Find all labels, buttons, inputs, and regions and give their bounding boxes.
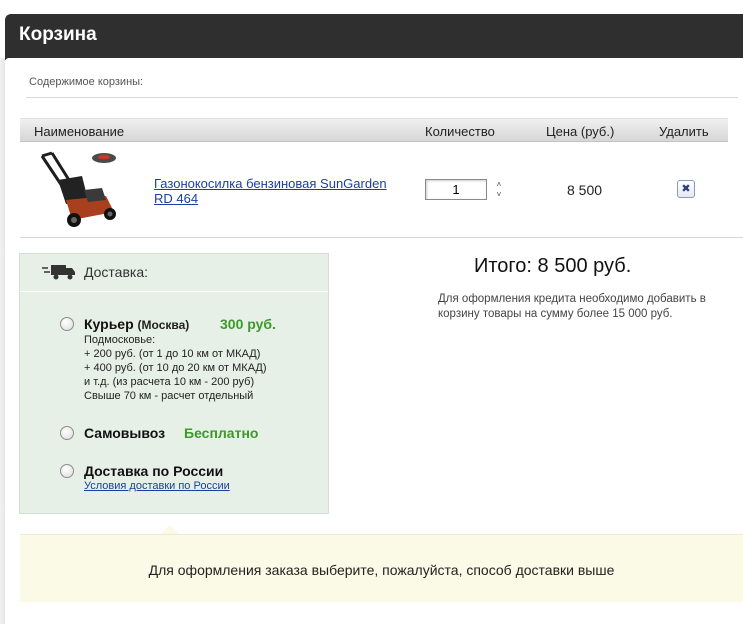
column-header-delete: Удалить: [659, 124, 709, 139]
courier-desc-line: и т.д. (из расчета 10 км - 200 руб): [84, 376, 255, 388]
column-header-name: Наименование: [34, 124, 125, 139]
delete-item-button[interactable]: ✖: [677, 180, 695, 198]
delivery-russia-radio[interactable]: [60, 464, 74, 478]
close-icon: ✖: [681, 183, 691, 195]
courier-desc-line: Подмосковье:: [84, 334, 156, 346]
divider: [26, 97, 738, 98]
delivery-courier-title: Курьер: [84, 316, 134, 332]
quantity-stepper[interactable]: ˄ ˅: [494, 180, 504, 200]
delivery-courier-label[interactable]: Курьер (Москва): [84, 316, 189, 332]
delivery-header: Доставка:: [20, 254, 328, 292]
item-price: 8 500: [567, 182, 603, 198]
product-name-link[interactable]: Газонокосилка бензиновая SunGarden RD 46…: [154, 176, 404, 206]
courier-desc-line: Свыше 70 км - расчет отдельный: [84, 390, 254, 402]
notice-text: Для оформления заказа выберите, пожалуйс…: [148, 562, 615, 578]
delivery-section: Доставка: Курьер (Москва) 300 руб. Подмо…: [19, 253, 329, 514]
delivery-pickup-radio[interactable]: [60, 426, 74, 440]
delivery-courier-city: (Москва): [137, 318, 190, 332]
courier-desc-line: + 200 руб. (от 1 до 10 км от МКАД): [84, 348, 261, 360]
cart-contents-label: Содержимое корзины:: [29, 76, 144, 88]
order-total: Итого: 8 500 руб.: [474, 255, 632, 277]
delivery-courier-description: Подмосковье: + 200 руб. (от 1 до 10 км о…: [84, 333, 267, 403]
delivery-pickup-price: Бесплатно: [184, 425, 259, 441]
cart-header: Корзина: [5, 14, 743, 60]
delivery-courier-radio[interactable]: [60, 317, 74, 331]
delivery-terms-link[interactable]: Условия доставки по России: [84, 480, 230, 492]
cart-page: Корзина Содержимое корзины: Наименование…: [0, 0, 743, 624]
credit-note: Для оформления кредита необходимо добави…: [438, 293, 706, 320]
delivery-russia-label[interactable]: Доставка по России: [84, 463, 223, 479]
column-header-price: Цена (руб.): [546, 124, 615, 139]
page-title: Корзина: [19, 24, 97, 45]
order-notice: Для оформления заказа выберите, пожалуйс…: [20, 534, 743, 602]
divider: [20, 237, 743, 238]
quantity-input[interactable]: [425, 179, 487, 200]
delivery-courier-price: 300 руб.: [220, 316, 276, 332]
lawn-mower-image[interactable]: [36, 150, 120, 230]
table-header: Наименование Количество Цена (руб.) Удал…: [20, 118, 728, 142]
delivery-pickup-label[interactable]: Самовывоз: [84, 425, 165, 441]
chevron-up-icon[interactable]: ˄: [494, 180, 504, 190]
column-header-quantity: Количество: [425, 124, 495, 139]
chevron-down-icon[interactable]: ˅: [494, 190, 504, 200]
truck-icon: [42, 265, 75, 280]
courier-desc-line: + 400 руб. (от 10 до 20 км от МКАД): [84, 362, 267, 374]
delivery-title: Доставка:: [84, 264, 149, 280]
